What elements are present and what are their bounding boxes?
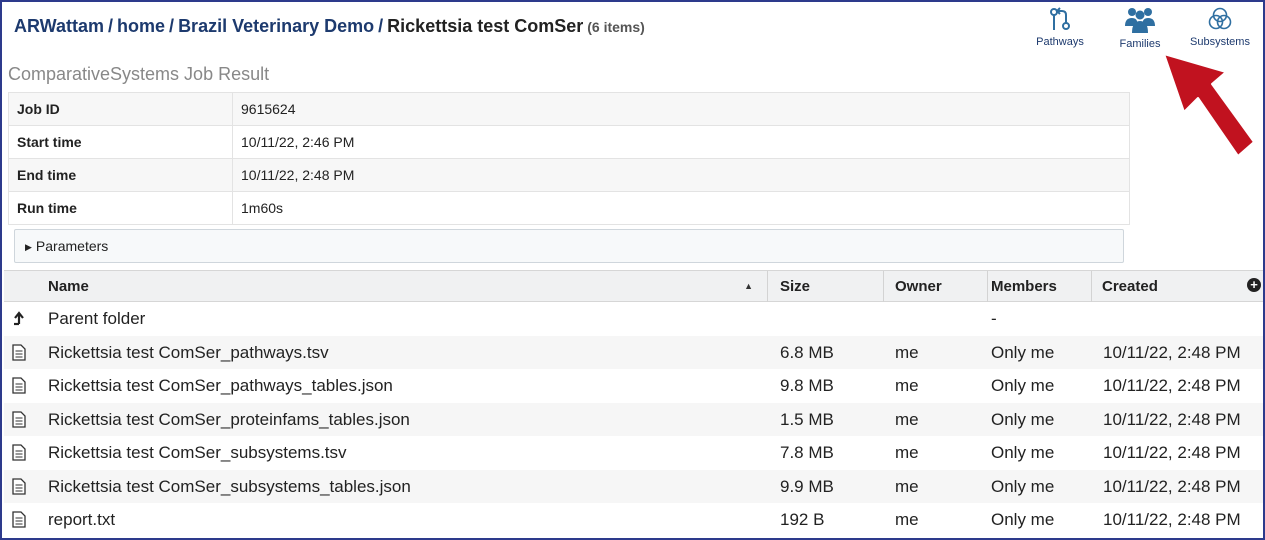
families-label: Families [1119, 38, 1161, 50]
job-field-label: Run time [8, 191, 233, 225]
file-owner: me [895, 409, 919, 429]
column-label: Size [780, 278, 811, 295]
file-row[interactable]: Rickettsia test ComSer_subsystems.tsv 7.… [4, 436, 1263, 470]
column-header-members[interactable]: Members [988, 271, 1092, 302]
file-size: 9.9 MB [780, 476, 834, 496]
file-members: - [991, 309, 997, 328]
file-row[interactable]: Rickettsia test ComSer_pathways.tsv 6.8 … [4, 335, 1263, 369]
file-created: 10/11/22, 2:48 PM [1103, 476, 1241, 496]
section-title: ComparativeSystems Job Result [8, 64, 270, 84]
file-row[interactable]: Rickettsia test ComSer_subsystems_tables… [4, 469, 1263, 503]
subsystems-label: Subsystems [1190, 36, 1250, 48]
file-members: Only me [991, 376, 1055, 395]
file-name: Parent folder [48, 309, 146, 328]
document-icon [12, 511, 26, 528]
job-field-value: 10/11/22, 2:46 PM [232, 125, 1130, 159]
parameters-label: Parameters [35, 238, 109, 254]
file-owner: me [895, 342, 919, 362]
pathways-button[interactable]: Pathways [1025, 6, 1095, 50]
column-header-name[interactable]: Name ▲ [4, 271, 768, 302]
file-created: 10/11/22, 2:48 PM [1103, 376, 1241, 395]
file-grid: Name ▲ Size Owner Members Created + Pare… [4, 270, 1263, 537]
column-header-owner[interactable]: Owner [884, 271, 988, 302]
families-button[interactable]: Families [1105, 6, 1175, 50]
parent-folder-row[interactable]: Parent folder - [4, 302, 1263, 336]
parameters-toggle[interactable]: ▶ Parameters [14, 229, 1124, 263]
file-size: 1.5 MB [780, 409, 834, 429]
add-column-icon[interactable]: + [1247, 278, 1261, 292]
item-count: (6 items) [587, 19, 645, 35]
file-name: Rickettsia test ComSer_subsystems_tables… [48, 476, 411, 496]
job-field-value: 9615624 [232, 92, 1130, 126]
grid-body: Parent folder - Rickettsia test ComSer_p… [4, 302, 1263, 537]
column-label: Owner [895, 278, 942, 295]
breadcrumb-user[interactable]: ARWattam [14, 16, 104, 36]
job-row: Run time 1m60s [8, 191, 1130, 225]
sort-ascending-icon: ▲ [744, 281, 753, 291]
families-icon [1125, 8, 1155, 33]
column-label: Members [991, 278, 1057, 295]
file-owner: me [895, 443, 919, 462]
file-owner: me [895, 510, 919, 529]
file-members: Only me [991, 476, 1055, 496]
job-row: Start time 10/11/22, 2:46 PM [8, 125, 1130, 159]
breadcrumb-separator: / [378, 16, 384, 36]
column-header-created[interactable]: Created [1092, 271, 1263, 302]
file-owner: me [895, 476, 919, 496]
window: ARWattam / home / Brazil Veterinary Demo / Ric… [0, 0, 1265, 540]
file-size: 9.8 MB [780, 376, 834, 395]
file-name: Rickettsia test ComSer_proteinfams_table… [48, 409, 410, 429]
job-field-value: 10/11/22, 2:48 PM [232, 158, 1130, 192]
file-row[interactable]: Rickettsia test ComSer_pathways_tables.j… [4, 369, 1263, 403]
file-created: 10/11/22, 2:48 PM [1103, 510, 1241, 529]
document-icon [12, 377, 26, 394]
file-members: Only me [991, 409, 1055, 429]
file-size: 7.8 MB [780, 443, 834, 462]
file-row[interactable]: report.txt 192 B me Only me 10/11/22, 2:… [4, 503, 1263, 537]
job-info-table: Job ID 9615624 Start time 10/11/22, 2:46 P… [8, 92, 1130, 225]
action-bar: Pathways Families Subsystems [1015, 6, 1255, 50]
file-created: 10/11/22, 2:48 PM [1103, 443, 1241, 462]
file-name: Rickettsia test ComSer_subsystems.tsv [48, 443, 347, 462]
subsystems-button[interactable]: Subsystems [1185, 6, 1255, 50]
breadcrumb-separator: / [108, 16, 114, 36]
file-row[interactable]: Rickettsia test ComSer_proteinfams_table… [4, 402, 1263, 436]
job-field-label: Job ID [8, 92, 233, 126]
document-icon [12, 410, 26, 428]
job-field-label: End time [8, 158, 233, 192]
file-size: 6.8 MB [780, 342, 834, 362]
column-label: Name [48, 278, 89, 295]
pathways-icon [1050, 7, 1070, 30]
file-name: Rickettsia test ComSer_pathways_tables.j… [48, 376, 393, 395]
breadcrumb-current: Rickettsia test ComSer [387, 16, 584, 36]
grid-header: Name ▲ Size Owner Members Created + [4, 270, 1263, 302]
job-field-label: Start time [8, 125, 233, 159]
file-created: 10/11/22, 2:48 PM [1103, 409, 1241, 429]
file-name: report.txt [48, 510, 116, 529]
caret-right-icon: ▶ [25, 242, 32, 252]
file-members: Only me [991, 342, 1055, 362]
up-arrow-icon [14, 311, 24, 326]
file-members: Only me [991, 443, 1055, 462]
highlight-arrow [1163, 53, 1255, 157]
breadcrumb-folder[interactable]: Brazil Veterinary Demo [178, 16, 374, 36]
column-label: Created [1102, 278, 1158, 295]
breadcrumb: ARWattam / home / Brazil Veterinary Demo / Ric… [14, 16, 645, 37]
job-field-value: 1m60s [232, 191, 1130, 225]
job-row: End time 10/11/22, 2:48 PM [8, 158, 1130, 192]
file-size: 192 B [780, 510, 825, 529]
pathways-label: Pathways [1036, 36, 1084, 48]
file-members: Only me [991, 510, 1055, 529]
column-header-size[interactable]: Size [768, 271, 884, 302]
file-name: Rickettsia test ComSer_pathways.tsv [48, 342, 329, 362]
breadcrumb-home[interactable]: home [117, 16, 165, 36]
document-icon [12, 343, 26, 361]
file-owner: me [895, 376, 919, 395]
file-created: 10/11/22, 2:48 PM [1103, 342, 1241, 362]
subsystems-icon [1208, 7, 1232, 30]
breadcrumb-separator: / [169, 16, 175, 36]
job-row: Job ID 9615624 [8, 92, 1130, 126]
document-icon [12, 477, 26, 495]
document-icon [12, 444, 26, 461]
